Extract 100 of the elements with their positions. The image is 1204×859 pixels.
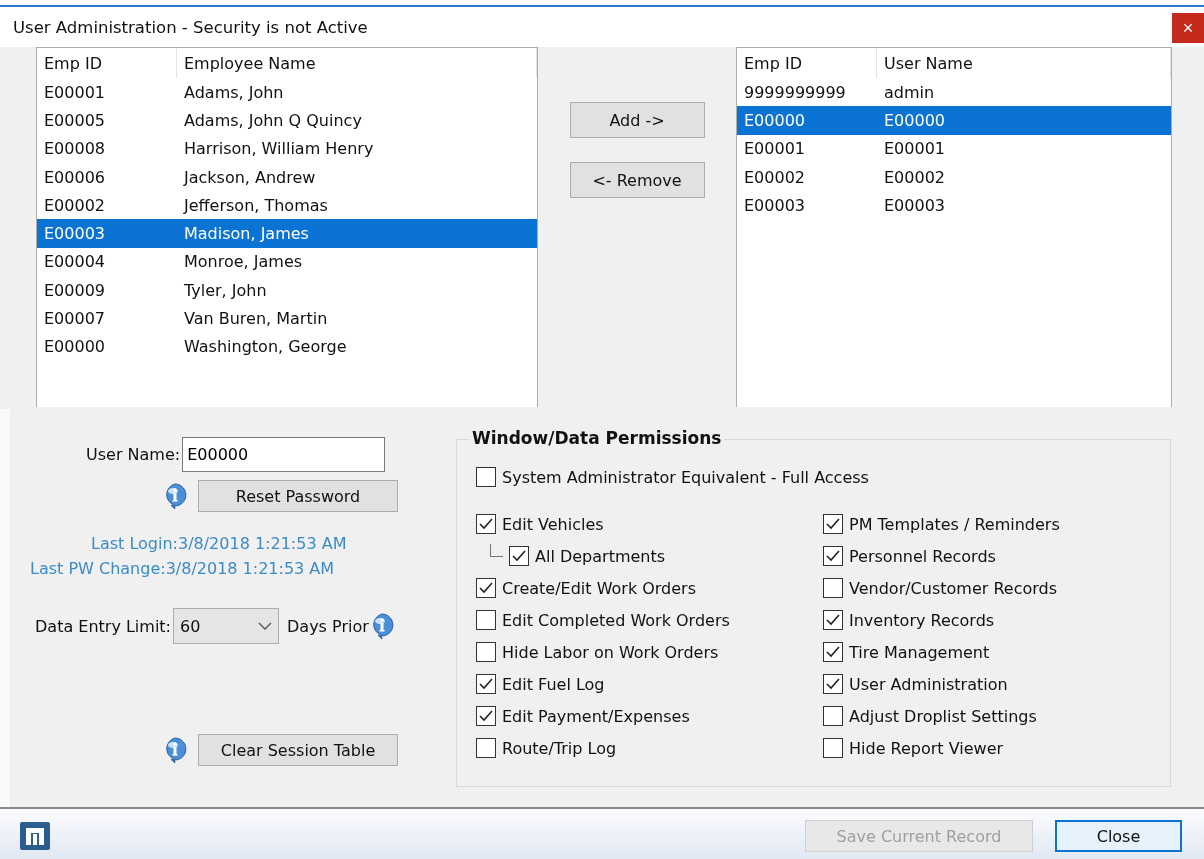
close-button[interactable]: × bbox=[1172, 13, 1204, 43]
window-title: User Administration - Security is not Active bbox=[12, 17, 368, 37]
permission-label: Edit Payment/Expenses bbox=[502, 706, 690, 726]
checkbox[interactable] bbox=[823, 642, 843, 662]
name-cell-text: Adams, John bbox=[183, 82, 284, 102]
emp-id-cell-text: E00000 bbox=[743, 110, 806, 130]
name-cell-text: Washington, George bbox=[183, 337, 347, 357]
checkbox[interactable] bbox=[476, 578, 496, 598]
reset-password-button[interactable]: Reset Password bbox=[198, 480, 398, 512]
permission-label: Vendor/Customer Records bbox=[849, 578, 1058, 598]
name-cell-text: Adams, John Q Quincy bbox=[183, 110, 362, 130]
name-cell-text: Madison, James bbox=[183, 224, 309, 244]
name-cell-text: E00003 bbox=[883, 195, 945, 215]
checkbox[interactable] bbox=[823, 514, 843, 534]
permission-label: Adjust Droplist Settings bbox=[849, 706, 1037, 726]
name-cell-text: Monroe, James bbox=[183, 252, 303, 272]
permission-label: Tire Management bbox=[849, 642, 990, 662]
emp-id-cell-text: E00005 bbox=[43, 110, 106, 130]
emp-id-cell-text: E00001 bbox=[43, 82, 106, 102]
permission-label: Create/Edit Work Orders bbox=[502, 578, 697, 598]
checkbox[interactable] bbox=[823, 610, 843, 630]
list-row[interactable]: E00002 Jefferson, Thomas bbox=[37, 191, 537, 220]
name-cell-text: E00001 bbox=[883, 139, 945, 159]
name-cell-text: Van Buren, Martin bbox=[183, 309, 328, 328]
permission-label: System Administrator Equivalent - Full Access bbox=[502, 467, 869, 487]
emp-id-cell-text: 9999999999 bbox=[743, 82, 847, 102]
last-pw-change-value: 3/8/2018 1:21:53 AM bbox=[165, 559, 335, 578]
permission-label: User Administration bbox=[849, 674, 1008, 694]
column-header[interactable]: Employee Name bbox=[177, 48, 537, 78]
emp-id-cell-text: E00000 bbox=[43, 337, 106, 357]
app-logo-icon bbox=[20, 822, 50, 850]
checkbox[interactable] bbox=[476, 610, 496, 630]
clear-session-button[interactable]: Clear Session Table bbox=[198, 734, 398, 766]
list-row[interactable]: E00001 Adams, John bbox=[37, 78, 537, 107]
list-row[interactable]: E00003 Madison, James bbox=[37, 219, 537, 248]
checkbox[interactable] bbox=[476, 738, 496, 758]
emp-id-cell-text: E00008 bbox=[43, 139, 106, 159]
name-cell-text: E00002 bbox=[883, 167, 945, 187]
checkbox[interactable] bbox=[476, 467, 496, 487]
emp-id-cell-text: E00002 bbox=[43, 195, 106, 215]
checkbox[interactable] bbox=[476, 706, 496, 726]
checkbox[interactable] bbox=[476, 642, 496, 662]
list-row[interactable]: E00006 Jackson, Andrew bbox=[37, 162, 537, 192]
checkbox[interactable] bbox=[823, 738, 843, 758]
permission-label: Edit Completed Work Orders bbox=[502, 610, 730, 630]
name-cell-text: Harrison, William Henry bbox=[183, 139, 374, 159]
emp-id-cell-text: E00003 bbox=[743, 195, 806, 215]
emp-id-cell-text: E00002 bbox=[743, 167, 806, 187]
chevron-down-icon bbox=[258, 621, 272, 631]
checkbox[interactable] bbox=[823, 674, 843, 694]
last-login-label: Last Login: bbox=[91, 534, 178, 553]
permission-label: All Departments bbox=[535, 546, 666, 566]
emp-id-cell-text: E00004 bbox=[43, 252, 106, 272]
checkbox[interactable] bbox=[823, 706, 843, 726]
checkbox[interactable] bbox=[476, 674, 496, 694]
name-cell-text: Tyler, John bbox=[183, 280, 267, 300]
emp-id-cell-text: E00001 bbox=[743, 139, 806, 159]
column-header[interactable]: Emp ID bbox=[37, 48, 177, 78]
list-row[interactable]: E00009 Tyler, John bbox=[37, 276, 537, 305]
checkbox[interactable] bbox=[823, 546, 843, 566]
transfer-button[interactable]: <- Remove bbox=[569, 162, 705, 198]
list-row[interactable]: E00008 Harrison, William Henry bbox=[37, 134, 537, 163]
permission-label: PM Templates / Reminders bbox=[849, 514, 1060, 534]
name-cell-text: Jefferson, Thomas bbox=[182, 195, 328, 215]
permission-label: Inventory Records bbox=[849, 610, 995, 630]
name-cell-text: E00000 bbox=[883, 110, 945, 130]
footer-button[interactable]: Close bbox=[1055, 820, 1182, 852]
user-name-field[interactable]: E00000 bbox=[182, 437, 386, 472]
transfer-button[interactable]: Add -> bbox=[569, 102, 705, 138]
emp-id-cell-text: E00006 bbox=[43, 167, 106, 187]
field-label: User Name: bbox=[86, 445, 181, 464]
list-row[interactable]: E00004 Monroe, James bbox=[37, 247, 537, 277]
list-row[interactable]: 9999999999 admin bbox=[737, 78, 1171, 107]
checkbox[interactable] bbox=[823, 578, 843, 598]
checkbox[interactable] bbox=[509, 546, 529, 566]
column-header[interactable]: Emp ID bbox=[737, 48, 877, 78]
list-row[interactable]: E00000 E00000 bbox=[737, 106, 1171, 135]
permission-label: Edit Fuel Log bbox=[502, 674, 605, 694]
list-row[interactable]: E00002 E00002 bbox=[737, 162, 1171, 192]
list-row[interactable]: E00001 E00001 bbox=[737, 134, 1171, 163]
list-row[interactable]: E00005 Adams, John Q Quincy bbox=[37, 106, 537, 135]
checkbox[interactable] bbox=[476, 514, 496, 534]
list-row[interactable]: E00003 E00003 bbox=[737, 191, 1171, 220]
list-row[interactable]: E00007 Van Buren, Martin bbox=[37, 304, 537, 333]
permission-label: Hide Report Viewer bbox=[849, 738, 1004, 758]
group-title: Window/Data Permissions bbox=[469, 428, 725, 448]
list-row[interactable]: E00000 Washington, George bbox=[37, 332, 537, 361]
column-header[interactable]: User Name bbox=[877, 48, 1171, 78]
permission-label: Personnel Records bbox=[849, 546, 996, 566]
days-prior-label: Days Prior bbox=[287, 616, 369, 636]
name-cell-text: admin bbox=[883, 82, 935, 102]
name-cell-text: Jackson, Andrew bbox=[182, 167, 316, 187]
permission-label: Route/Trip Log bbox=[502, 738, 617, 758]
permission-label: Hide Labor on Work Orders bbox=[502, 642, 719, 662]
permission-label: Edit Vehicles bbox=[502, 514, 604, 534]
emp-id-cell-text: E00009 bbox=[43, 280, 106, 300]
data-entry-limit-dropdown[interactable]: 60 bbox=[173, 608, 279, 644]
emp-id-cell-text: E00003 bbox=[43, 224, 106, 244]
emp-id-cell-text: E00007 bbox=[43, 309, 106, 328]
field-label: Data Entry Limit: bbox=[35, 616, 171, 636]
